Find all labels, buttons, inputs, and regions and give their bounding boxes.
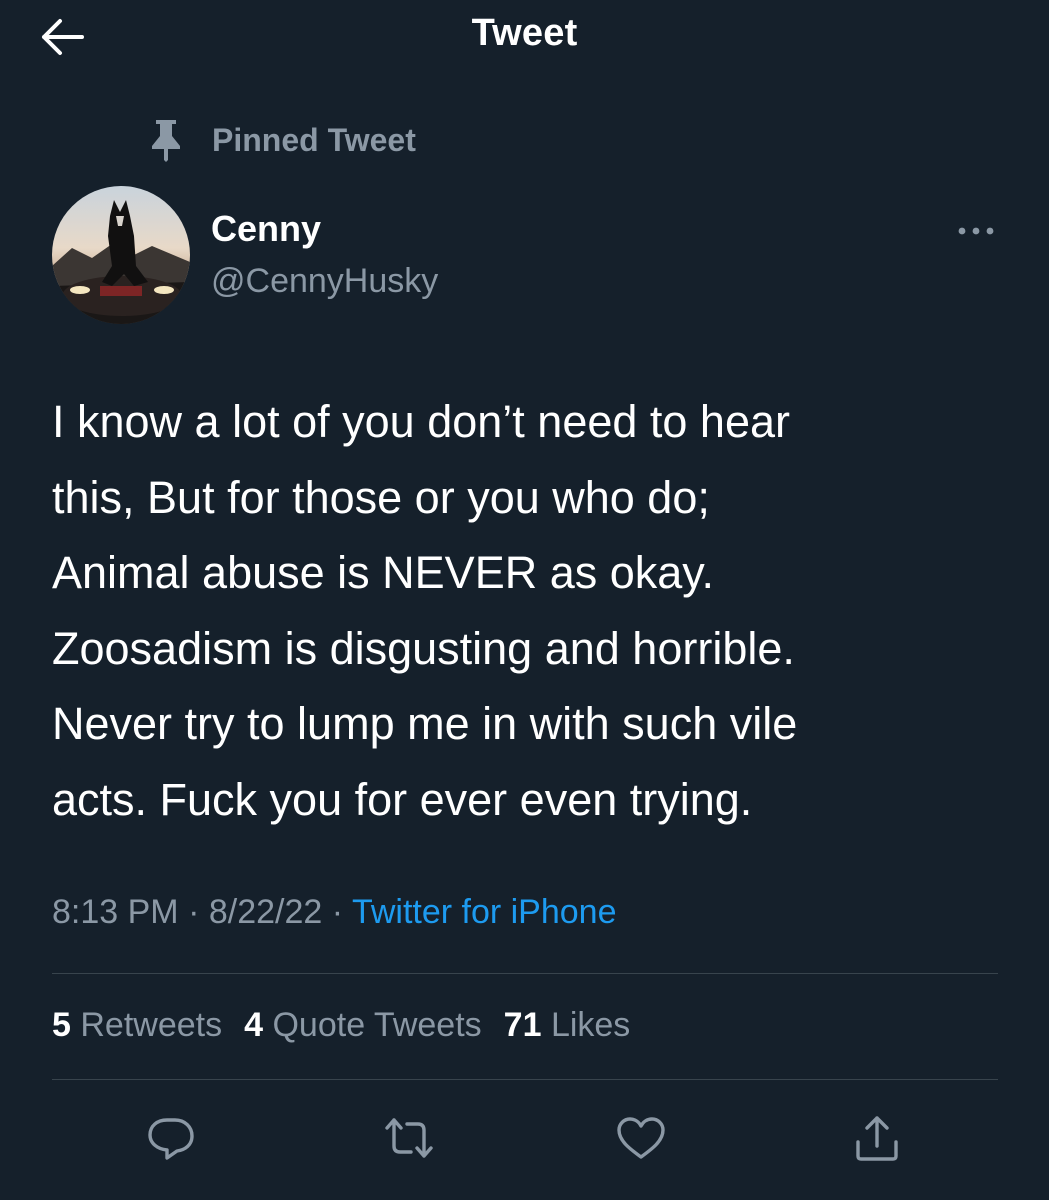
like-button[interactable] — [611, 1110, 671, 1166]
likes-count: 71 — [503, 1006, 542, 1044]
share-icon — [856, 1116, 898, 1161]
tweet-date: 8/22/22 — [208, 893, 323, 931]
divider — [52, 973, 998, 974]
tweet-source-link[interactable]: Twitter for iPhone — [352, 893, 617, 931]
meta-separator: · — [188, 893, 200, 931]
page-title: Tweet — [471, 12, 578, 54]
tweet-meta: 8:13 PM · 8/22/22 · Twitter for iPhone — [52, 893, 617, 932]
likes-label: Likes — [550, 1006, 631, 1044]
top-bar: Tweet — [0, 0, 1049, 80]
reply-button[interactable] — [141, 1110, 201, 1166]
retweet-icon — [385, 1118, 433, 1158]
tweet-actions — [0, 1100, 1049, 1170]
quote-tweets-count: 4 — [244, 1006, 264, 1044]
share-button[interactable] — [847, 1110, 907, 1166]
reply-icon — [148, 1118, 194, 1160]
avatar[interactable] — [52, 186, 190, 324]
like-icon — [617, 1117, 665, 1159]
pinned-label: Pinned Tweet — [212, 121, 416, 158]
retweet-button[interactable] — [379, 1110, 439, 1166]
more-options-icon — [958, 227, 994, 235]
meta-separator: · — [331, 893, 344, 931]
divider — [52, 1079, 998, 1080]
tweet-time: 8:13 PM — [52, 893, 179, 931]
tweet-text: I know a lot of you don’t need to hear t… — [52, 396, 798, 825]
author-handle[interactable]: @CennyHusky — [211, 262, 438, 301]
author-name[interactable]: Cenny — [211, 208, 321, 250]
retweets-count: 5 — [52, 1006, 71, 1044]
likes-stat[interactable]: 71 Likes — [504, 1006, 631, 1045]
quote-tweets-label: Quote Tweets — [272, 1006, 482, 1044]
more-options-button[interactable] — [946, 216, 1006, 246]
retweets-label: Retweets — [80, 1006, 223, 1044]
avatar-image — [52, 186, 190, 324]
pinned-indicator: Pinned Tweet — [146, 118, 416, 162]
tweet-stats: 5 Retweets 4 Quote Tweets 71 Likes — [52, 1006, 652, 1045]
pin-icon — [152, 120, 180, 162]
retweets-stat[interactable]: 5 Retweets — [52, 1006, 222, 1045]
quote-tweets-stat[interactable]: 4 Quote Tweets — [244, 1006, 482, 1045]
